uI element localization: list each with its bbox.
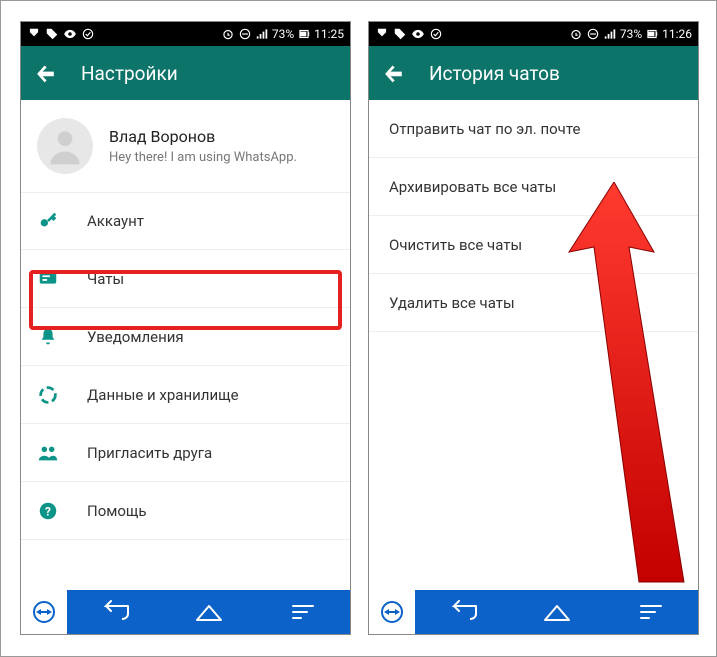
key-icon	[37, 210, 59, 232]
history-item-delete[interactable]: Удалить все чаты	[369, 274, 698, 332]
profile-row[interactable]: Влад Воронов Hey there! I am using Whats…	[21, 100, 350, 192]
clock-text: 11:25	[314, 27, 344, 41]
history-item-archive[interactable]: Архивировать все чаты	[369, 158, 698, 216]
chat-icon	[37, 268, 59, 290]
history-item-email[interactable]: Отправить чат по эл. почте	[369, 100, 698, 158]
item-label: Очистить все чаты	[389, 236, 522, 254]
avatar	[37, 118, 93, 174]
dnd-icon	[586, 27, 600, 41]
battery-icon	[297, 27, 311, 41]
data-icon	[37, 384, 59, 406]
history-item-clear[interactable]: Очистить все чаты	[369, 216, 698, 274]
statusbar: 73% 11:26	[369, 22, 698, 46]
people-icon	[37, 442, 59, 464]
item-label: Аккаунт	[87, 212, 144, 230]
recent-nav-button[interactable]	[633, 600, 669, 624]
back-icon[interactable]	[35, 62, 57, 84]
profile-name: Влад Воронов	[109, 127, 297, 146]
item-label: Отправить чат по эл. почте	[389, 120, 580, 138]
eye-icon	[411, 27, 425, 41]
teamviewer-icon[interactable]	[21, 590, 69, 634]
phone-screenshot-right: 73% 11:26 История чатов Отправить чат по…	[368, 21, 699, 635]
bottom-nav	[369, 590, 698, 634]
settings-item-notifications[interactable]: Уведомления	[21, 308, 350, 366]
dnd-icon	[238, 27, 252, 41]
signal-icon	[603, 27, 617, 41]
sync-icon	[81, 27, 95, 41]
tag-icon	[45, 27, 59, 41]
eye-icon	[63, 27, 77, 41]
download-icon	[375, 27, 389, 41]
settings-list: Аккаунт Чаты Уведомления Данные и хранил…	[21, 192, 350, 540]
profile-status: Hey there! I am using WhatsApp.	[109, 150, 297, 165]
tag-icon	[393, 27, 407, 41]
settings-item-chats[interactable]: Чаты	[21, 250, 350, 308]
download-icon	[27, 27, 41, 41]
app-header: История чатов	[369, 46, 698, 100]
bell-icon	[37, 326, 59, 348]
settings-item-account[interactable]: Аккаунт	[21, 192, 350, 250]
battery-text: 73%	[272, 27, 294, 41]
settings-item-invite[interactable]: Пригласить друга	[21, 424, 350, 482]
teamviewer-icon[interactable]	[369, 590, 417, 634]
recent-nav-button[interactable]	[285, 600, 321, 624]
item-label: Пригласить друга	[87, 444, 212, 462]
alarm-icon	[569, 27, 583, 41]
item-label: Помощь	[87, 502, 147, 520]
sync-icon	[429, 27, 443, 41]
alarm-icon	[221, 27, 235, 41]
chat-history-list: Отправить чат по эл. почте Архивировать …	[369, 100, 698, 332]
item-label: Чаты	[87, 270, 124, 288]
settings-item-data-storage[interactable]: Данные и хранилище	[21, 366, 350, 424]
back-nav-button[interactable]	[98, 600, 134, 624]
settings-item-help[interactable]: ? Помощь	[21, 482, 350, 540]
header-title: Настройки	[81, 62, 178, 85]
item-label: Архивировать все чаты	[389, 178, 556, 196]
svg-text:?: ?	[45, 504, 51, 518]
back-icon[interactable]	[383, 62, 405, 84]
home-nav-button[interactable]	[191, 600, 227, 624]
app-header: Настройки	[21, 46, 350, 100]
battery-text: 73%	[620, 27, 642, 41]
item-label: Уведомления	[87, 328, 184, 346]
phone-screenshot-left: 73% 11:25 Настройки Влад Воронов Hey the…	[20, 21, 351, 635]
clock-text: 11:26	[662, 27, 692, 41]
header-title: История чатов	[429, 62, 560, 85]
battery-icon	[645, 27, 659, 41]
bottom-nav	[21, 590, 350, 634]
home-nav-button[interactable]	[539, 600, 575, 624]
item-label: Данные и хранилище	[87, 386, 239, 404]
back-nav-button[interactable]	[446, 600, 482, 624]
statusbar: 73% 11:25	[21, 22, 350, 46]
signal-icon	[255, 27, 269, 41]
item-label: Удалить все чаты	[389, 294, 515, 312]
help-icon: ?	[37, 500, 59, 522]
